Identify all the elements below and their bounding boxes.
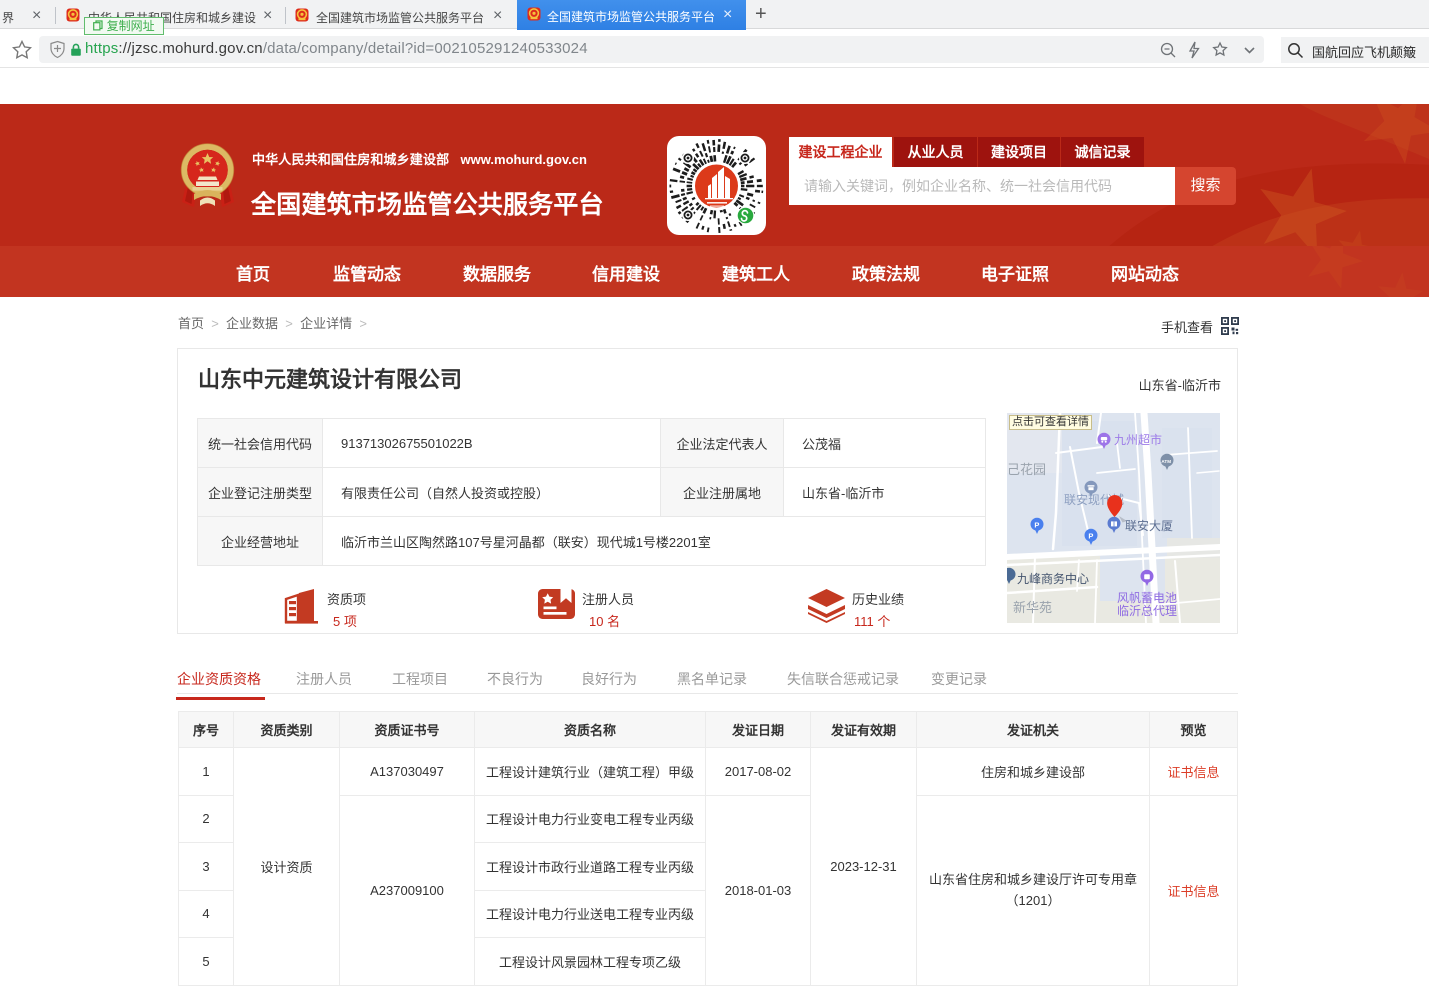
svg-text:九峰商务中心: 九峰商务中心 [1017,571,1089,586]
svg-text:临沂总代理: 临沂总代理 [1117,604,1177,618]
svg-text:己花园: 己花园 [1007,462,1046,477]
svg-text:风帆蓄电池: 风帆蓄电池 [1117,590,1177,605]
svg-text:联安大厦: 联安大厦 [1125,518,1173,533]
svg-text:P: P [1088,532,1093,541]
svg-text:P: P [1034,521,1039,530]
svg-text:九州超市: 九州超市 [1114,432,1162,447]
svg-text:ATM: ATM [1161,459,1171,464]
svg-text:新华苑: 新华苑 [1013,600,1052,615]
